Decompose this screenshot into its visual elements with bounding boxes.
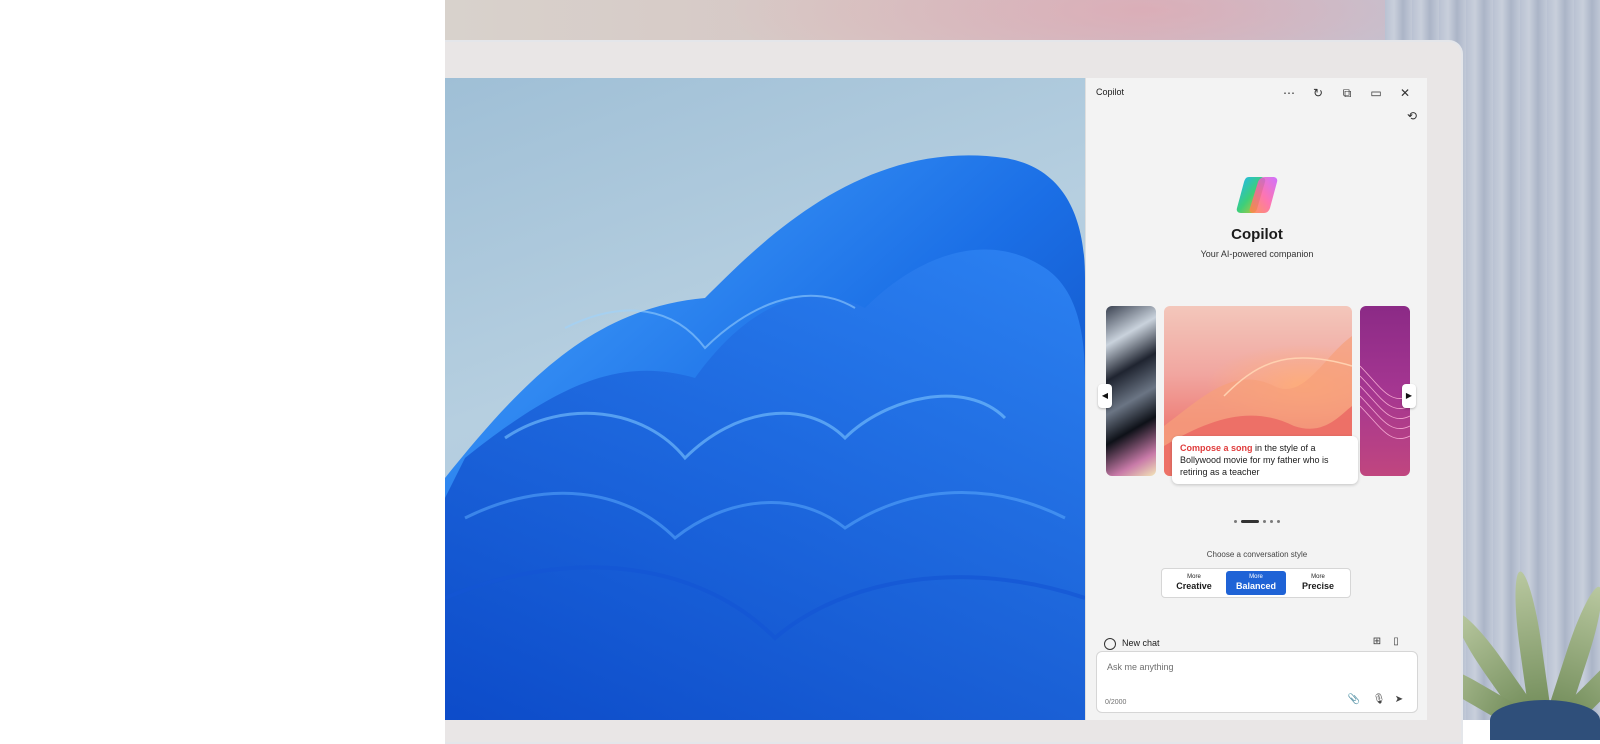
carousel-dot[interactable] [1277,520,1280,524]
open-in-new-window-icon[interactable]: ⧉ [1336,83,1358,103]
left-blank-area [0,0,446,720]
carousel-prev-icon[interactable]: ◀ [1098,384,1112,408]
carousel-dot-active[interactable] [1241,520,1259,524]
window-title: Copilot [1096,87,1125,97]
carousel-card-previous[interactable] [1106,306,1156,476]
dock-sidebar-icon[interactable]: ▭ [1365,83,1387,103]
style-precise-prefix: More [1311,574,1325,580]
style-balanced-prefix: More [1249,574,1263,580]
style-balanced-button[interactable]: More Balanced [1226,571,1286,595]
prompt-highlight: Compose a song [1180,443,1253,453]
plugins-icon[interactable]: ⊞ [1370,635,1384,649]
plant-decoration [1420,500,1600,740]
style-creative-button[interactable]: More Creative [1164,571,1224,595]
close-icon[interactable]: ✕ [1394,83,1416,103]
prompt-carousel: Compose a song in the style of a Bollywo… [1086,306,1427,484]
style-creative-label: Creative [1176,581,1212,591]
new-chat-label: New chat [1122,638,1160,648]
carousel-dot[interactable] [1234,520,1237,524]
ask-input[interactable] [1105,658,1409,676]
microphone-icon[interactable]: 🎙 [1372,693,1386,707]
style-precise-button[interactable]: More Precise [1288,571,1348,595]
prompt-suggestion[interactable]: Compose a song in the style of a Bollywo… [1172,436,1358,484]
carousel-next-icon[interactable]: ▶ [1402,384,1416,408]
copilot-sidebar: Copilot ⋯ ↻ ⧉ ▭ ✕ ⟲ Copilot Your AI-powe… [1085,78,1427,720]
new-chat-icon [1104,637,1116,650]
style-balanced-label: Balanced [1235,581,1277,591]
attach-icon[interactable]: 📎 [1347,693,1361,707]
character-counter: 0/2000 [1105,699,1127,706]
style-precise-label: Precise [1301,581,1335,591]
conversation-style-selector: More Creative More Balanced More Precise [1161,568,1351,598]
copilot-name: Copilot [1231,226,1283,243]
laptop-screen: Copilot ⋯ ↻ ⧉ ▭ ✕ ⟲ Copilot Your AI-powe… [445,78,1427,720]
copilot-logo-icon [1235,175,1279,215]
copilot-tagline: Your AI-powered companion [1200,249,1314,259]
history-icon[interactable]: ⟲ [1402,106,1422,126]
chat-composer: 0/2000 📎 🎙 ➤ [1096,651,1418,713]
copilot-titlebar: Copilot ⋯ ↻ ⧉ ▭ ✕ [1086,78,1427,106]
more-options-icon[interactable]: ⋯ [1278,83,1300,103]
notebook-icon[interactable]: ▯ [1389,635,1403,649]
carousel-dot[interactable] [1270,520,1273,524]
send-icon[interactable]: ➤ [1392,693,1406,707]
carousel-dot[interactable] [1263,520,1266,524]
carousel-pagination [1086,513,1427,524]
new-chat-button[interactable]: New chat [1104,636,1160,650]
refresh-icon[interactable]: ↻ [1307,83,1329,103]
conversation-style-label: Choose a conversation style [1206,550,1308,559]
windows-bloom-wallpaper [445,78,1085,720]
style-creative-prefix: More [1187,574,1201,580]
